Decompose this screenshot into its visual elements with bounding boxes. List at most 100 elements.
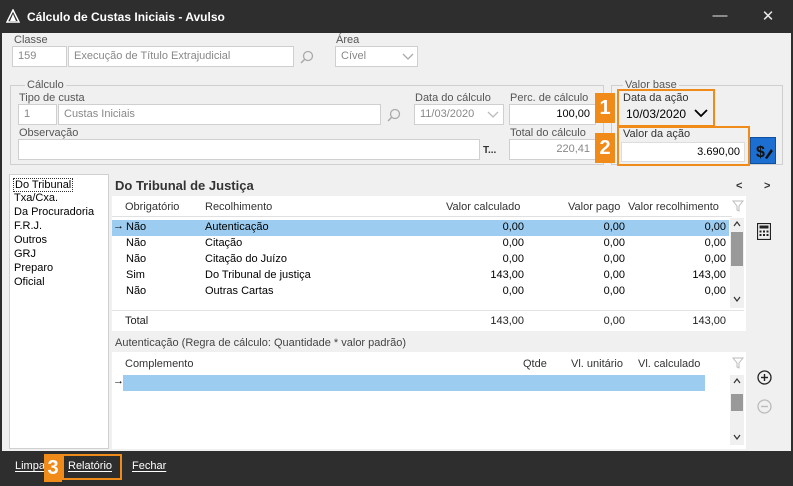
scroll-thumb[interactable] (731, 232, 743, 266)
classe-search-icon[interactable] (299, 49, 315, 65)
filter-icon[interactable] (732, 200, 744, 212)
cell-obrigatorio: Não (126, 237, 147, 249)
prev-panel-button[interactable]: < (736, 180, 742, 192)
col-vl-calculado[interactable]: Vl. calculado (638, 358, 700, 370)
col-valor-recolhimento[interactable]: Valor recolhimento (628, 201, 719, 213)
tipo-custa-search-icon[interactable] (386, 107, 402, 123)
col-valor-pago[interactable]: Valor pago (568, 201, 620, 213)
remove-circle-icon[interactable] (757, 399, 772, 414)
data-calculo-field[interactable]: 11/03/2020 (414, 104, 504, 125)
total-valor-recolhimento: 143,00 (692, 315, 726, 327)
cell-valor-calculado: 0,00 (502, 221, 524, 233)
total-calculo-field: 220,41 (509, 139, 596, 160)
step-badge-1: 1 (595, 93, 615, 123)
cell-valor-calculado: 0,00 (502, 237, 524, 249)
step-badge-3: 3 (44, 454, 62, 482)
current-row-arrow-icon: → (113, 220, 124, 232)
tipo-custa-label: Tipo de custa (19, 92, 85, 104)
cell-recolhimento: Do Tribunal de justiça (205, 269, 311, 281)
svg-text:$: $ (756, 144, 765, 161)
data-calculo-value: 11/03/2020 (420, 108, 475, 120)
tipo-custa-code-field[interactable]: 1 (18, 104, 57, 125)
total-calculo-label: Total do cálculo (510, 127, 586, 139)
category-item-preparo[interactable]: Preparo (14, 262, 53, 274)
category-item-txa-cxa[interactable]: Txa/Cxa. (14, 192, 58, 204)
scroll-up-icon[interactable] (733, 378, 741, 384)
detail-row-selection (123, 375, 705, 391)
classe-code-field[interactable]: 159 (12, 46, 67, 67)
add-circle-icon[interactable] (757, 370, 772, 385)
cell-recolhimento: Outras Cartas (205, 285, 274, 297)
category-item-frj[interactable]: F.R.J. (14, 220, 42, 232)
cell-recolhimento: Citação (205, 237, 243, 249)
table-scrollbar[interactable] (730, 218, 744, 308)
cell-valor-recolhimento: 0,00 (704, 253, 726, 265)
table-row[interactable]: Não Citação 0,00 0,00 0,00 (112, 236, 729, 252)
scroll-up-icon[interactable] (733, 221, 741, 227)
calculate-value-button[interactable]: $ (750, 137, 776, 164)
category-list: Do Tribunal Txa/Cxa. Da Procuradoria F.R… (9, 174, 109, 449)
table-row[interactable]: Não Outras Cartas 0,00 0,00 0,00 (112, 284, 729, 300)
cell-valor-calculado: 143,00 (490, 269, 524, 281)
calculator-icon[interactable] (757, 223, 771, 240)
category-item-oficial[interactable]: Oficial (14, 276, 45, 288)
cell-valor-recolhimento: 0,00 (704, 237, 726, 249)
chevron-down-icon (487, 111, 499, 118)
cell-valor-pago: 0,00 (603, 253, 625, 265)
total-valor-pago: 0,00 (603, 315, 625, 327)
next-panel-button[interactable]: > (764, 180, 770, 192)
col-vl-unitario[interactable]: Vl. unitário (571, 358, 623, 370)
valor-acao-field[interactable]: 3.690,00 (621, 142, 745, 162)
cell-valor-pago: 0,00 (603, 237, 625, 249)
perc-calculo-field[interactable]: 100,00 (509, 104, 596, 125)
observacao-text-button[interactable]: T... (483, 145, 496, 156)
table-row[interactable]: Não Citação do Juízo 0,00 0,00 0,00 (112, 252, 729, 268)
window-title: Cálculo de Custas Iniciais - Avulso (27, 10, 225, 24)
data-calculo-label: Data do cálculo (415, 92, 491, 104)
minimize-button[interactable]: — (710, 7, 730, 24)
chevron-down-icon[interactable] (694, 108, 708, 118)
close-button[interactable]: ✕ (758, 7, 778, 25)
app-logo-icon (6, 9, 20, 23)
valor-acao-label: Valor da ação (623, 128, 691, 140)
col-complemento[interactable]: Complemento (125, 358, 193, 370)
category-item-tribunal[interactable]: Do Tribunal (13, 178, 74, 192)
cell-valor-pago: 0,00 (603, 221, 625, 233)
cell-obrigatorio: Não (126, 253, 147, 265)
col-obrigatorio[interactable]: Obrigatório (125, 201, 179, 213)
area-value: Cível (341, 50, 367, 62)
chevron-down-icon (402, 53, 414, 60)
cell-valor-pago: 0,00 (603, 269, 625, 281)
classe-name-field[interactable]: Execução de Título Extrajudicial (68, 46, 294, 67)
area-select[interactable]: Cível (335, 46, 418, 67)
scroll-thumb[interactable] (731, 394, 743, 411)
filter-icon[interactable] (732, 357, 744, 369)
observacao-field[interactable] (18, 139, 480, 160)
cell-obrigatorio: Sim (126, 269, 145, 281)
cell-valor-calculado: 0,00 (502, 253, 524, 265)
data-acao-label: Data da ação (623, 92, 689, 104)
category-item-outros[interactable]: Outros (14, 234, 47, 246)
col-recolhimento[interactable]: Recolhimento (205, 201, 272, 213)
scroll-down-icon[interactable] (733, 296, 741, 302)
classe-label: Classe (14, 34, 48, 46)
data-acao-value[interactable]: 10/03/2020 (626, 107, 686, 121)
detail-row[interactable]: → (112, 375, 732, 392)
col-qtde[interactable]: Qtde (523, 358, 547, 370)
scroll-down-icon[interactable] (733, 434, 741, 440)
cell-obrigatorio: Não (126, 221, 147, 233)
table-row[interactable]: → Não Autenticação 0,00 0,00 0,00 (112, 220, 729, 236)
col-valor-calculado[interactable]: Valor calculado (446, 201, 520, 213)
cell-valor-pago: 0,00 (603, 285, 625, 297)
category-item-procuradoria[interactable]: Da Procuradoria (14, 206, 94, 218)
detail-scrollbar[interactable] (730, 375, 744, 445)
panel-title: Do Tribunal de Justiça (115, 178, 254, 193)
cell-valor-recolhimento: 0,00 (704, 285, 726, 297)
calculo-group-label: Cálculo (25, 79, 66, 91)
category-item-grj[interactable]: GRJ (14, 248, 36, 260)
observacao-label: Observação (19, 127, 79, 139)
tipo-custa-name-field[interactable]: Custas Iniciais (58, 104, 381, 125)
relatorio-button[interactable]: Relatório (68, 460, 112, 472)
table-row[interactable]: Sim Do Tribunal de justiça 143,00 0,00 1… (112, 268, 729, 284)
fechar-button[interactable]: Fechar (132, 460, 166, 472)
